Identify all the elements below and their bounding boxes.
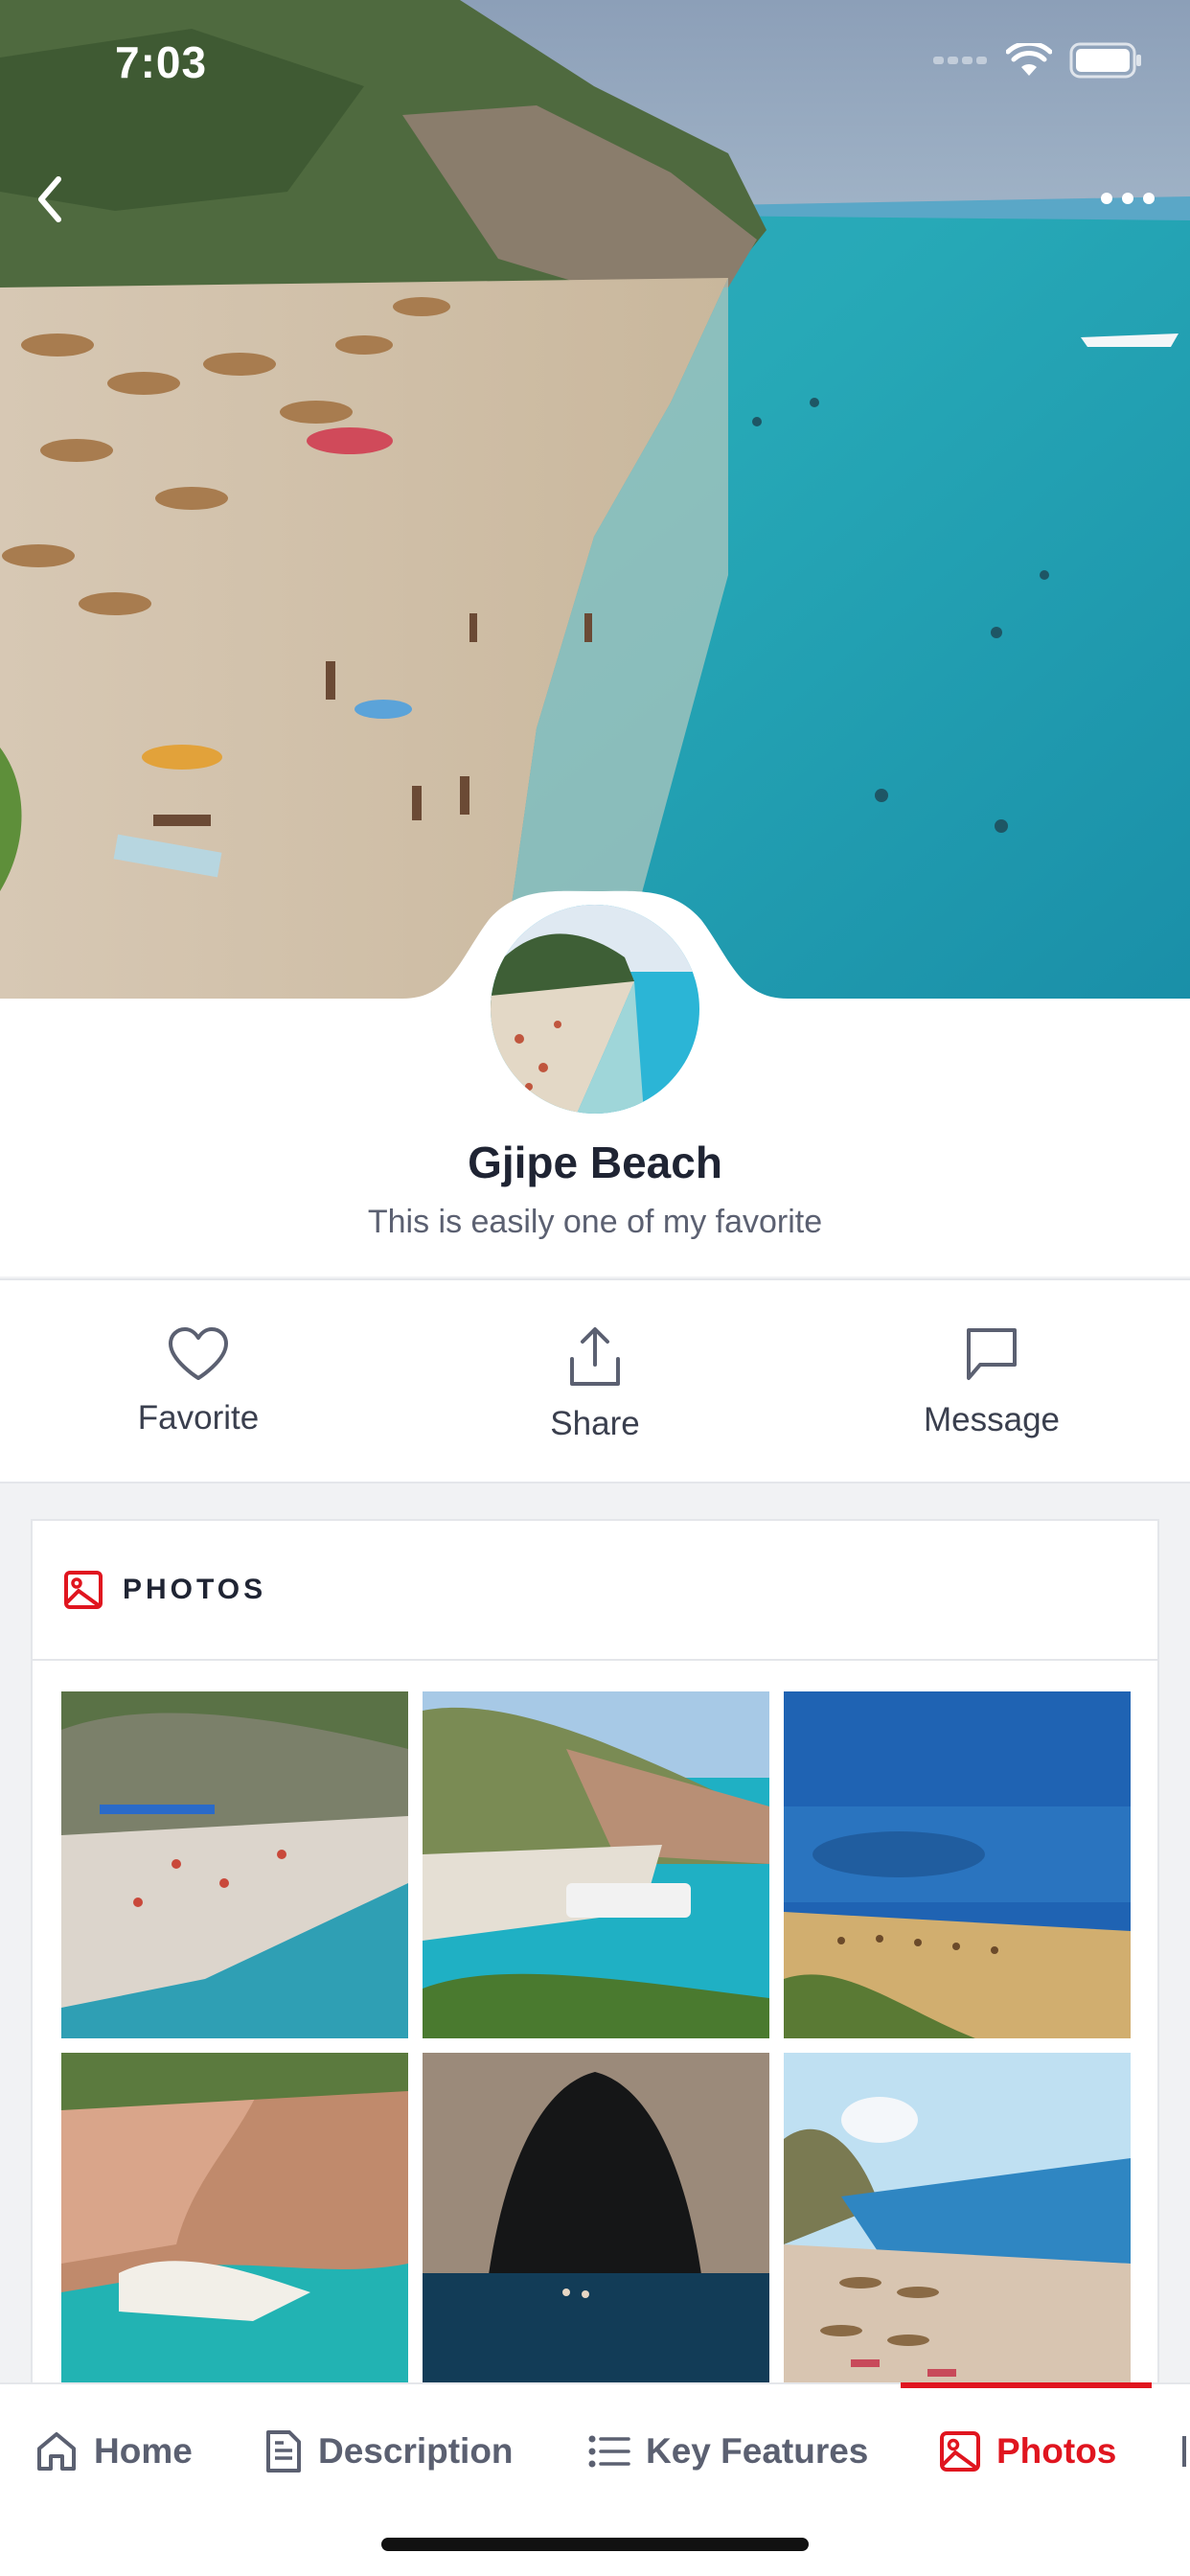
favorite-label: Favorite: [137, 1399, 260, 1437]
photos-title: PHOTOS: [123, 1574, 267, 1605]
tab-home-label: Home: [94, 2431, 193, 2471]
share-button[interactable]: Share: [397, 1280, 793, 1482]
tab-description[interactable]: Description: [264, 2384, 514, 2518]
status-icons: [933, 40, 1142, 83]
hero-photo: [0, 0, 1190, 999]
tab-photos-label: Photos: [996, 2431, 1117, 2471]
action-bar: Favorite Share Message: [0, 1278, 1190, 1484]
photo-thumbnail[interactable]: [784, 1691, 1131, 2038]
page-title: Gjipe Beach: [468, 1138, 722, 1187]
photo-thumbnail[interactable]: [61, 1691, 408, 2038]
page-subtitle: This is easily one of my favorite: [367, 1204, 823, 1240]
heart-icon: [169, 1327, 228, 1380]
tab-photos[interactable]: Photos: [939, 2384, 1116, 2518]
photo-thumbnail[interactable]: [423, 2053, 769, 2400]
tab-overflow-hint: [1182, 2384, 1190, 2518]
message-icon: [967, 1328, 1017, 1380]
photo-thumbnail[interactable]: [423, 1691, 769, 2038]
more-button[interactable]: [1094, 174, 1161, 222]
photos-header: PHOTOS: [33, 1521, 1157, 1661]
tab-edge-icon: [1182, 2436, 1186, 2467]
screen: 7:03 Gjipe Beach This is easily one of m…: [0, 0, 1190, 2576]
status-time: 7:03: [115, 37, 208, 87]
back-button[interactable]: [21, 171, 79, 228]
share-label: Share: [550, 1405, 640, 1442]
favorite-button[interactable]: Favorite: [0, 1280, 397, 1482]
ellipsis-icon: [1101, 193, 1155, 204]
image-icon: [940, 2431, 980, 2472]
chevron-left-icon: [38, 176, 61, 222]
wifi-icon: [1005, 40, 1053, 82]
photo-grid: [61, 1691, 1131, 2400]
message-button[interactable]: Message: [793, 1280, 1190, 1482]
tab-home[interactable]: Home: [34, 2384, 193, 2518]
tab-key-features[interactable]: Key Features: [588, 2384, 868, 2518]
tab-key-features-label: Key Features: [646, 2431, 869, 2471]
image-icon: [64, 1571, 103, 1609]
share-icon: [570, 1327, 620, 1386]
home-indicator: [381, 2538, 809, 2551]
tab-description-label: Description: [318, 2431, 514, 2471]
signal-icon: [933, 54, 989, 72]
photo-thumbnail[interactable]: [61, 2053, 408, 2400]
message-label: Message: [923, 1401, 1061, 1438]
battery-icon: [1069, 42, 1142, 83]
avatar: [485, 899, 705, 1119]
home-icon: [37, 2432, 76, 2471]
list-icon: [588, 2435, 630, 2468]
document-icon: [266, 2430, 301, 2472]
photo-thumbnail[interactable]: [784, 2053, 1131, 2400]
